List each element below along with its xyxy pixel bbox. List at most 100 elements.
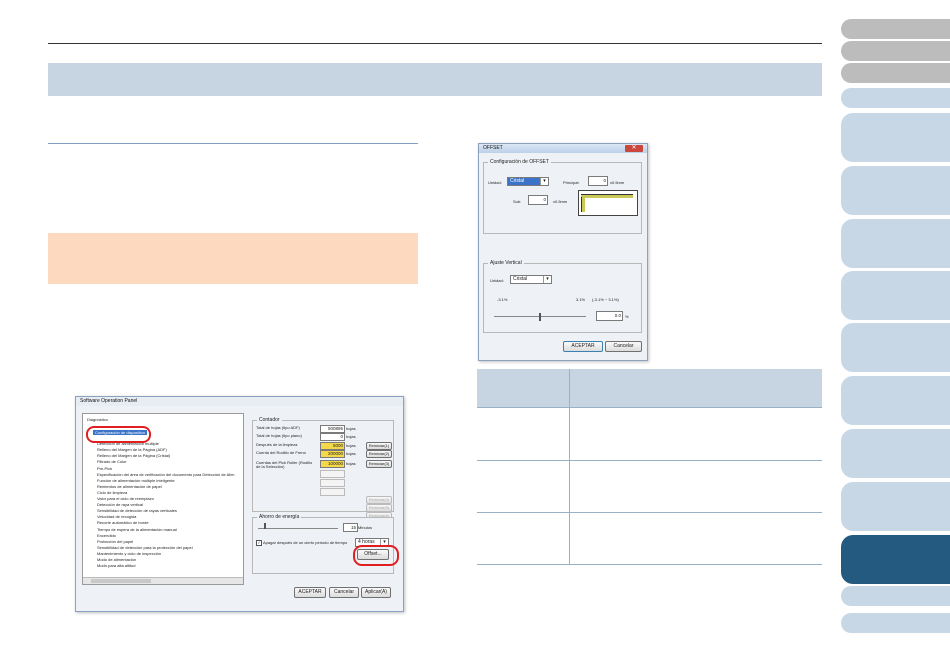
nav-tab[interactable] xyxy=(841,219,950,268)
counter-label: Total de hojas (tipo plano) xyxy=(256,433,302,438)
offset-title: OFFSET xyxy=(479,144,647,153)
unit-label: Unidad: xyxy=(488,180,502,185)
power-off-checkbox[interactable]: ✓ xyxy=(256,540,262,546)
sop-ok-button[interactable]: ACEPTAR xyxy=(294,587,326,598)
counter-value: 0 xyxy=(320,433,345,441)
tree-highlight-circle xyxy=(86,426,151,443)
tree-item[interactable]: Mantenimiento y ciclo de inspección xyxy=(97,551,161,556)
nav-tab[interactable] xyxy=(841,113,950,162)
reset-button[interactable]: Reiniciar(1) xyxy=(366,442,392,450)
counter-unit: hojas xyxy=(346,461,356,466)
reset-button-disabled: Reiniciar(5) xyxy=(366,504,392,512)
nav-tab[interactable] xyxy=(841,166,950,215)
tree-item[interactable]: Velocidad de recogida xyxy=(97,514,136,519)
nav-tab[interactable] xyxy=(841,586,950,606)
nav-tab[interactable] xyxy=(841,613,950,633)
counter-label: Cuenta del Rodillo de Freno xyxy=(256,450,306,455)
vertical-unit-label: Unidad: xyxy=(490,278,504,283)
vertical-percent[interactable]: 0.0 xyxy=(596,311,623,321)
counter-label: Después de la limpieza xyxy=(256,442,298,447)
tree-item[interactable]: Modo para alta altitud xyxy=(97,563,135,568)
table-row-divider xyxy=(477,512,822,513)
nav-tab[interactable] xyxy=(841,271,950,320)
tree-item[interactable]: Ciclo de limpieza xyxy=(97,490,127,495)
counter-value-empty xyxy=(320,488,345,496)
principal-spinner[interactable]: 0 xyxy=(588,176,608,186)
tree-item[interactable]: Sensibilidad de detección de rayas verti… xyxy=(97,508,177,513)
energy-slider[interactable] xyxy=(258,523,338,529)
energy-minutes[interactable]: 15 xyxy=(343,523,358,532)
counter-value: 200000 xyxy=(320,450,345,458)
vertical-unit-select[interactable]: Cristal ▾ xyxy=(510,275,552,284)
table-row-divider xyxy=(477,564,822,565)
counter-label: Total de hojas (tipo ADF) xyxy=(256,425,300,430)
counter-value-empty xyxy=(320,479,345,487)
tree-item[interactable]: Protección del papel xyxy=(97,539,133,544)
close-icon[interactable]: ✕ xyxy=(625,145,643,152)
counter-unit: hojas xyxy=(346,426,356,431)
counter-group-label: Contador xyxy=(257,417,282,423)
tree-item[interactable]: Reintentos de alimentación de papel xyxy=(97,484,162,489)
tree-scrollbar[interactable] xyxy=(83,577,243,584)
offset-cancel-button[interactable]: Cancelar xyxy=(605,341,642,352)
nav-tab[interactable] xyxy=(841,63,950,83)
counter-unit: hojas xyxy=(346,434,356,439)
tree-item[interactable]: Encendido xyxy=(97,533,116,538)
tree-item[interactable]: Relleno del Margen de la Página (ADF) xyxy=(97,447,167,452)
sub-spinner[interactable]: 0 xyxy=(528,195,548,205)
sop-cancel-button[interactable]: Cancelar xyxy=(329,587,359,598)
tree-root[interactable]: Diagnóstico xyxy=(87,417,108,422)
tree-item[interactable]: Modo de alimentación xyxy=(97,557,136,562)
nav-tab[interactable] xyxy=(841,376,950,425)
range-note: (-3.1% ~ 3.1%) xyxy=(592,297,619,302)
sop-title: Software Operation Panel xyxy=(76,397,403,406)
vertical-adjust-label: Ajuste Vertical xyxy=(488,260,524,266)
range-max: 3.1% xyxy=(576,297,586,302)
header-rule xyxy=(48,43,822,44)
nav-tab[interactable] xyxy=(841,429,950,478)
reset-button[interactable]: Reiniciar(2) xyxy=(366,450,392,458)
sop-apply-button[interactable]: Aplicar(A) xyxy=(361,587,391,598)
tree-item[interactable]: Tiempo de espera de la alimentación manu… xyxy=(97,527,177,532)
tree-item[interactable]: Sensibilidad de detección para la protec… xyxy=(97,545,193,550)
counter-unit: hojas xyxy=(346,451,356,456)
power-off-label: Apagar después de un cierto periodo de t… xyxy=(263,540,348,545)
tree-item[interactable]: Pre-Pick xyxy=(97,466,112,471)
principal-label: Principal: xyxy=(563,180,580,185)
sub-unit: x0.5mm xyxy=(553,199,568,204)
tree-item[interactable]: Detección de raya vertical xyxy=(97,502,143,507)
range-min: -3.1% xyxy=(497,297,508,302)
nav-tab[interactable] xyxy=(841,19,950,39)
vertical-unit-value: Cristal xyxy=(513,276,528,282)
tree-item[interactable]: Especificación del área de verificación … xyxy=(97,472,234,477)
vertical-slider[interactable] xyxy=(494,313,586,321)
nav-tab[interactable] xyxy=(841,323,950,372)
offset-highlight-circle xyxy=(353,545,399,566)
tree-item[interactable]: Relleno del Margen de la Página (Cristal… xyxy=(97,453,170,458)
section-title-bar xyxy=(48,63,822,96)
principal-preview-icon xyxy=(578,190,638,216)
unit-select[interactable]: Cristal ▾ xyxy=(507,177,549,186)
note-box xyxy=(48,233,418,284)
nav-tab[interactable] xyxy=(841,88,950,108)
tree-item[interactable]: Valor para el ciclo de reemplazo xyxy=(97,496,154,501)
nav-tab[interactable] xyxy=(841,41,950,61)
counter-unit: hojas xyxy=(346,443,356,448)
tree-item[interactable]: Filtrado de Color xyxy=(97,459,127,464)
tree-item[interactable]: Función de alimentación múltiple intelig… xyxy=(97,478,175,483)
table-column-divider xyxy=(569,369,570,565)
offset-ok-button[interactable]: ACEPTAR xyxy=(563,341,603,352)
nav-tab[interactable] xyxy=(841,482,950,531)
energy-slider-thumb[interactable] xyxy=(264,523,266,529)
energy-group-label: Ahorro de energía xyxy=(257,514,302,520)
vertical-slider-thumb[interactable] xyxy=(539,313,541,321)
offset-config-label: Configuración de OFFSET xyxy=(488,159,551,165)
counter-value: 500895 xyxy=(320,425,345,433)
counter-value: 5000 xyxy=(320,442,345,450)
tree-item[interactable]: Recorte automático de borde xyxy=(97,520,149,525)
vertical-percent-unit: % xyxy=(625,314,629,319)
chevron-down-icon: ▾ xyxy=(543,276,551,283)
unit-value: Cristal xyxy=(510,178,525,184)
reset-button[interactable]: Reiniciar(3) xyxy=(366,460,392,468)
nav-tab[interactable] xyxy=(841,535,950,584)
